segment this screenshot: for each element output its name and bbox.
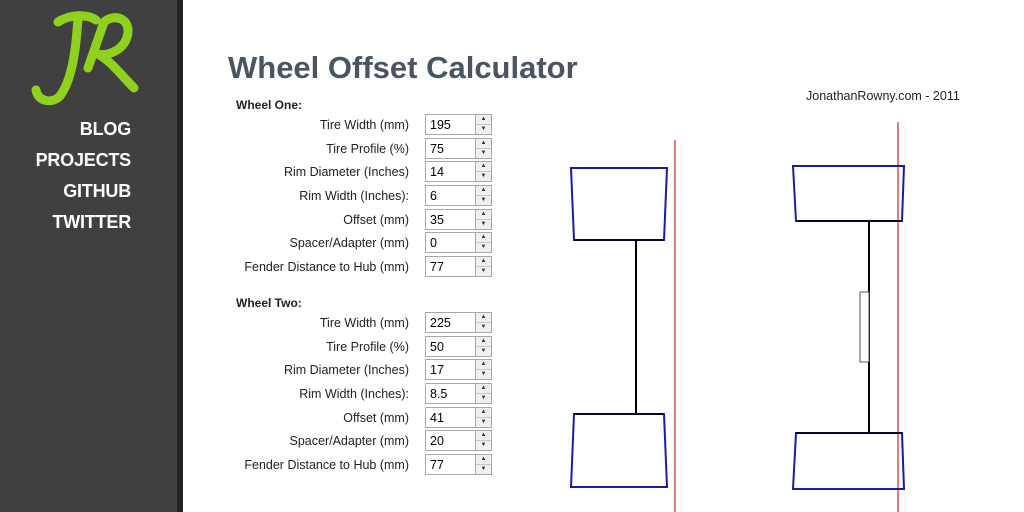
wheel-two-diagram (791, 122, 906, 512)
wheel-diagram (569, 122, 906, 512)
wheel-two-spacer (859, 291, 870, 363)
wheel-one-diagram (569, 140, 676, 512)
wheel-two-bottom-tire (791, 432, 906, 490)
wheel-two-top-tire (791, 165, 906, 222)
wheel-one-bottom-tire (569, 413, 669, 488)
wheel-one-top-tire (569, 167, 669, 241)
